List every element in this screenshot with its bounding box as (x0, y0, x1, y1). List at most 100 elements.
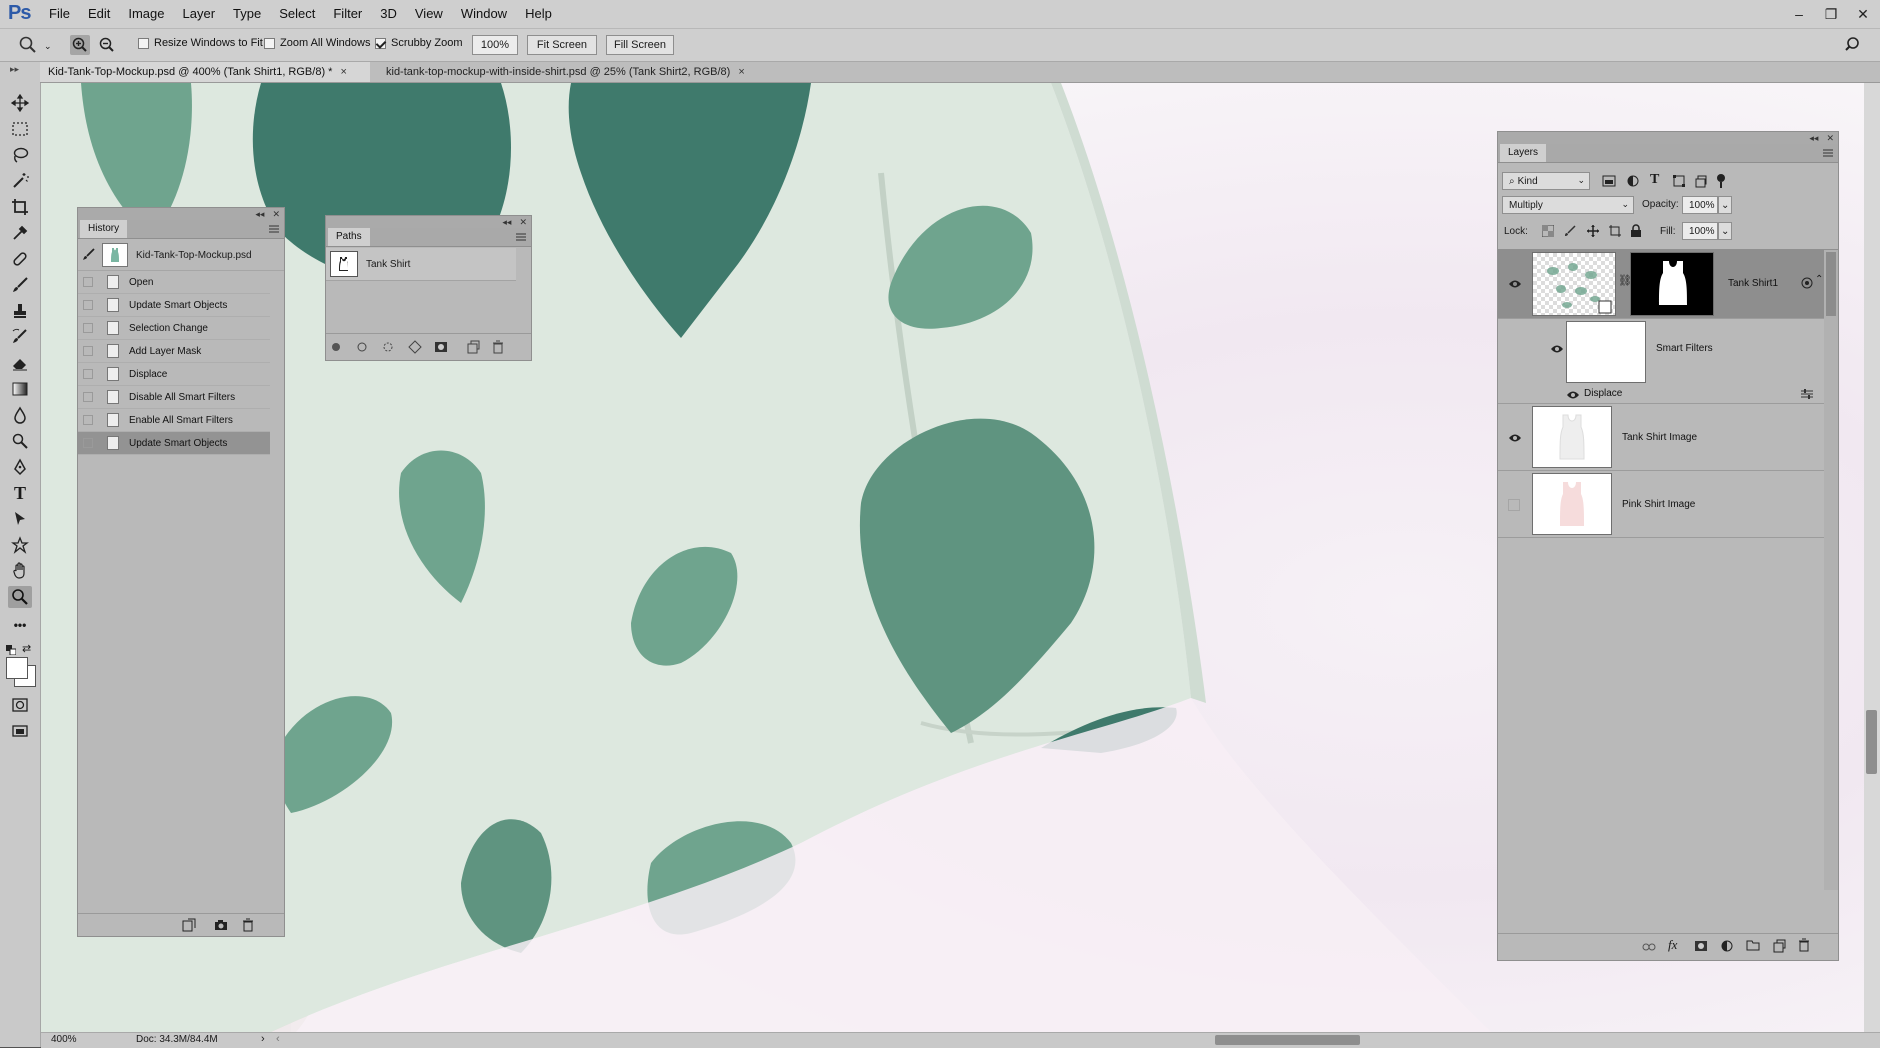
custom-shape-tool-icon[interactable] (8, 534, 32, 556)
menu-filter[interactable]: Filter (324, 0, 371, 28)
layers-scrollbar[interactable] (1824, 250, 1838, 890)
fill-dropdown-icon[interactable]: ⌄ (1718, 222, 1732, 240)
menu-type[interactable]: Type (224, 0, 270, 28)
zoom-all-windows-checkbox[interactable]: Zoom All Windows (264, 37, 370, 49)
zoom-in-icon[interactable] (70, 35, 90, 55)
layer-row-displace[interactable]: Displace (1498, 385, 1824, 404)
tab-kid-tank-top-mockup[interactable]: Kid-Tank-Top-Mockup.psd @ 400% (Tank Shi… (40, 62, 370, 82)
close-panel-icon[interactable]: ✕ (272, 209, 280, 220)
filter-smart-objects-icon[interactable] (1694, 174, 1708, 191)
add-layer-mask-icon[interactable] (1694, 939, 1708, 956)
menu-image[interactable]: Image (119, 0, 173, 28)
close-tab-icon[interactable]: × (738, 66, 744, 78)
menu-view[interactable]: View (406, 0, 452, 28)
new-group-folder-icon[interactable] (1746, 939, 1760, 954)
status-zoom[interactable]: 400% (51, 1034, 77, 1045)
collapse-panel-icon[interactable]: ◂◂ (255, 209, 264, 220)
menu-3d[interactable]: 3D (371, 0, 406, 28)
add-mask-icon[interactable] (434, 340, 448, 357)
fill-path-icon[interactable] (330, 341, 342, 356)
layer-filter-kind-select[interactable]: ⌕ Kind ⌄ (1502, 172, 1590, 190)
hand-tool-icon[interactable] (8, 560, 32, 582)
filter-type-layers-icon[interactable]: T (1650, 172, 1659, 188)
filter-pixel-layers-icon[interactable] (1602, 174, 1616, 191)
scrubby-zoom-checkbox[interactable]: Scrubby Zoom (375, 37, 463, 49)
menu-layer[interactable]: Layer (174, 0, 225, 28)
panel-menu-icon[interactable] (268, 223, 280, 235)
visibility-eye-icon[interactable] (1550, 343, 1564, 353)
blend-mode-select[interactable]: Multiply ⌄ (1502, 196, 1634, 214)
more-tools-icon[interactable]: ••• (8, 614, 32, 636)
layer-row-smart-filters[interactable]: Smart Filters (1498, 319, 1824, 385)
lock-transparent-pixels-icon[interactable] (1541, 224, 1555, 240)
close-panel-icon[interactable]: ✕ (1826, 133, 1834, 144)
blur-tool-icon[interactable] (8, 404, 32, 426)
history-item[interactable]: Displace (78, 363, 270, 386)
layer-row-pink-shirt-image[interactable]: Pink Shirt Image (1498, 471, 1824, 538)
magic-wand-tool-icon[interactable] (8, 170, 32, 192)
vertical-scrollbar[interactable] (1864, 83, 1880, 1032)
delete-layer-icon[interactable] (1798, 938, 1810, 955)
visibility-eye-icon[interactable] (1508, 278, 1522, 288)
crop-tool-icon[interactable] (8, 196, 32, 218)
zoom-tool-sidebar-icon[interactable] (8, 586, 32, 608)
brush-tool-icon[interactable] (8, 274, 32, 296)
camera-snapshot-icon[interactable] (214, 918, 228, 935)
load-path-as-selection-icon[interactable] (382, 341, 394, 356)
opacity-dropdown-icon[interactable]: ⌄ (1718, 196, 1732, 214)
path-item[interactable]: Tank Shirt (326, 248, 516, 281)
menu-select[interactable]: Select (270, 0, 324, 28)
menu-help[interactable]: Help (516, 0, 561, 28)
menu-file[interactable]: File (40, 0, 79, 28)
zoom-tool-icon[interactable] (18, 35, 38, 55)
history-brush-tool-icon[interactable] (8, 326, 32, 348)
filter-shape-layers-icon[interactable] (1672, 174, 1686, 191)
layer-style-fx-icon[interactable]: fx (1668, 937, 1677, 953)
scroll-left-arrow-icon[interactable]: ‹ (276, 1033, 280, 1045)
tool-preset-chevron-icon[interactable]: ⌄ (44, 41, 52, 52)
clone-stamp-tool-icon[interactable] (8, 300, 32, 322)
new-document-from-state-icon[interactable] (182, 918, 196, 935)
zoom-value-field[interactable]: 100% (472, 35, 518, 55)
marquee-tool-icon[interactable] (8, 118, 32, 140)
vertical-scroll-thumb[interactable] (1866, 710, 1877, 774)
history-item[interactable]: Open (78, 271, 270, 294)
link-layers-icon[interactable] (1642, 941, 1656, 955)
fill-field[interactable]: 100% (1682, 222, 1718, 240)
collapse-panel-icon[interactable]: ◂◂ (1809, 133, 1818, 144)
horizontal-scroll-thumb[interactable] (1215, 1035, 1360, 1045)
delete-icon[interactable] (242, 918, 254, 935)
fit-screen-button[interactable]: Fit Screen (527, 35, 597, 55)
history-snapshot[interactable]: Kid-Tank-Top-Mockup.psd (78, 240, 284, 271)
tab-history[interactable]: History (80, 220, 128, 238)
screen-mode-icon[interactable] (8, 720, 32, 742)
history-item[interactable]: Update Smart Objects (78, 294, 270, 317)
visibility-eye-icon[interactable] (1566, 389, 1580, 399)
tab-paths[interactable]: Paths (328, 228, 370, 246)
eraser-tool-icon[interactable] (8, 352, 32, 374)
delete-path-icon[interactable] (492, 340, 504, 357)
history-item[interactable]: Add Layer Mask (78, 340, 270, 363)
tab-kid-tank-top-mockup-with-inside-shirt[interactable]: kid-tank-top-mockup-with-inside-shirt.ps… (378, 62, 778, 82)
history-item[interactable]: Enable All Smart Filters (78, 409, 270, 432)
dodge-tool-icon[interactable] (8, 430, 32, 452)
layer-row-tank-shirt1[interactable]: ⛓ Tank Shirt1 ⌃ (1498, 250, 1824, 319)
collapse-effects-icon[interactable]: ⌃ (1815, 274, 1823, 285)
filter-blending-options-icon[interactable] (1800, 388, 1814, 403)
status-menu-arrow-icon[interactable]: › (261, 1033, 265, 1045)
filter-toggle-icon[interactable] (1716, 173, 1726, 192)
history-item-selected[interactable]: Update Smart Objects (78, 432, 270, 455)
history-item[interactable]: Disable All Smart Filters (78, 386, 270, 409)
menu-edit[interactable]: Edit (79, 0, 119, 28)
type-tool-icon[interactable]: T (8, 482, 32, 504)
lock-position-icon[interactable] (1586, 224, 1600, 241)
minimize-icon[interactable]: – (1790, 5, 1808, 23)
lock-image-pixels-icon[interactable] (1564, 225, 1576, 240)
move-tool-icon[interactable] (8, 92, 32, 114)
make-work-path-icon[interactable] (408, 340, 422, 357)
visibility-eye-icon[interactable] (1508, 432, 1522, 442)
quick-mask-icon[interactable] (8, 694, 32, 716)
lasso-tool-icon[interactable] (8, 144, 32, 166)
menu-window[interactable]: Window (452, 0, 516, 28)
stroke-path-icon[interactable] (356, 341, 368, 356)
